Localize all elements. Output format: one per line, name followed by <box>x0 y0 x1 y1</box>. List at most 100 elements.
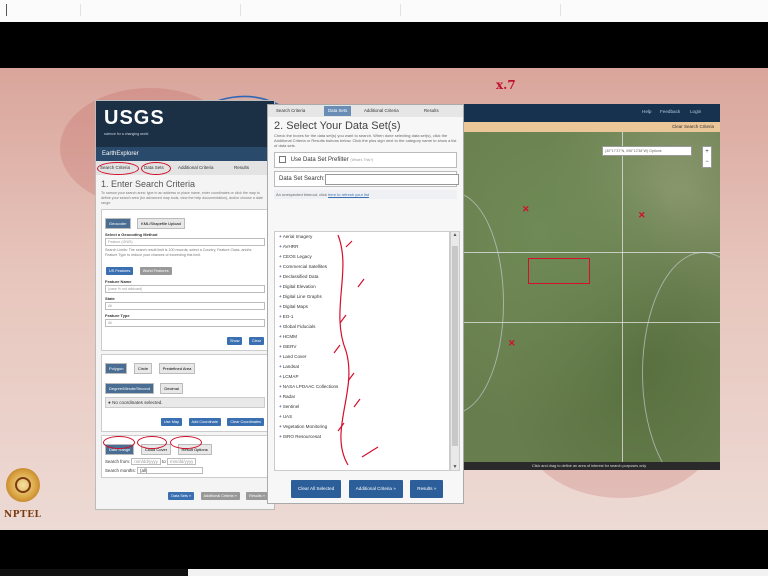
expand-plus-icon[interactable]: + <box>279 374 282 379</box>
expand-plus-icon[interactable]: + <box>279 344 282 349</box>
prefilter-row[interactable]: Use Data Set Prefilter (What's This?) <box>274 152 457 168</box>
map-coordinate-search[interactable]: (30°17'37"N, 096°12'38"W) Options <box>602 146 692 156</box>
tab-results[interactable]: Results <box>420 106 443 116</box>
data-set-item-label: CEOS Legacy <box>282 254 312 259</box>
data-set-item-label: HCMM <box>282 334 297 339</box>
search-months-select[interactable]: (all) <box>136 467 203 474</box>
world-features-button[interactable]: World Features <box>139 267 172 275</box>
zoom-out-icon[interactable]: − <box>703 157 711 167</box>
geocoding-label: Select a Geocoding Method <box>105 232 158 237</box>
results-button[interactable]: Results » <box>410 480 444 498</box>
red-mark-annotation: ✕ <box>508 338 516 348</box>
bottom-strip-dark <box>0 569 188 576</box>
expand-plus-icon[interactable]: + <box>279 354 282 359</box>
zoom-in-icon[interactable]: + <box>703 147 711 157</box>
expand-plus-icon[interactable]: + <box>279 404 282 409</box>
red-circle-annotation <box>97 162 139 175</box>
expand-plus-icon[interactable]: + <box>279 304 282 309</box>
results-button[interactable]: Results » <box>246 492 268 500</box>
prefilter-hint[interactable]: (What's This?) <box>350 158 373 162</box>
nav-login[interactable]: Login <box>690 109 701 114</box>
scroll-thumb[interactable] <box>452 246 458 446</box>
expand-plus-icon[interactable]: + <box>279 384 282 389</box>
us-features-button[interactable]: US Features <box>106 267 134 275</box>
search-from-row: Search from: mm/dd/yyyy to mm/dd/yyyy <box>102 456 268 467</box>
clear-all-selected-button[interactable]: Clear All Selected <box>291 480 342 498</box>
refresh-list-link[interactable]: here to refresh your list <box>328 192 369 197</box>
expand-plus-icon[interactable]: + <box>279 254 282 259</box>
tab-results[interactable]: Results <box>234 165 249 170</box>
earthexplorer-panel: USGS science for a changing world EarthE… <box>95 100 275 510</box>
show-button[interactable]: Show <box>226 337 243 345</box>
search-limits-text: Search Limits: The search result limit i… <box>105 248 252 257</box>
prefilter-checkbox[interactable] <box>279 155 286 163</box>
state-border <box>462 252 720 253</box>
expand-plus-icon[interactable]: + <box>279 284 282 289</box>
tab-additional-criteria[interactable]: Additional Criteria <box>360 106 403 116</box>
geocoding-select[interactable]: Feature (GNIS) <box>105 238 265 246</box>
data-set-search-input[interactable] <box>325 174 459 185</box>
nav-feedback[interactable]: Feedback <box>660 109 680 114</box>
nptel-emblem <box>15 477 31 493</box>
expand-plus-icon[interactable]: + <box>279 324 282 329</box>
nav-help[interactable]: Help <box>642 109 651 114</box>
scroll-up-icon[interactable]: ▲ <box>451 232 459 238</box>
feature-type-select[interactable]: All <box>105 319 265 327</box>
data-set-item-label: Aerial Imagery <box>282 234 313 239</box>
expand-plus-icon[interactable]: + <box>279 394 282 399</box>
cursor-caret <box>6 4 7 16</box>
search-from-input[interactable]: mm/dd/yyyy <box>131 458 161 465</box>
usgs-logo[interactable]: USGS <box>104 107 165 130</box>
top-nav-bar: Help Feedback Login <box>462 104 720 122</box>
expand-plus-icon[interactable]: + <box>279 234 282 239</box>
state-select[interactable]: All <box>105 302 265 310</box>
nptel-label: NPTEL <box>4 510 42 520</box>
expand-plus-icon[interactable]: + <box>279 264 282 269</box>
prefilter-label: Use Data Set Prefilter <box>290 157 349 163</box>
tab-predefined-area[interactable]: Predefined Area <box>158 363 196 374</box>
red-mark-annotation: ✕ <box>522 204 530 214</box>
expand-plus-icon[interactable]: + <box>279 274 282 279</box>
expand-plus-icon[interactable]: + <box>279 414 282 419</box>
expand-plus-icon[interactable]: + <box>279 424 282 429</box>
nptel-logo <box>6 468 40 502</box>
tab-polygon[interactable]: Polygon <box>105 363 128 374</box>
tab-circle[interactable]: Circle <box>133 363 153 374</box>
add-coordinate-button[interactable]: Add Coordinate <box>188 418 221 426</box>
geocoder-box: Geocoder KML/Shapefile Upload Select a G… <box>101 209 269 351</box>
search-from-label: Search from: <box>105 459 131 464</box>
clear-search-criteria-link[interactable]: Clear Search Criteria <box>672 124 714 129</box>
expand-plus-icon[interactable]: + <box>279 364 282 369</box>
tab-additional-criteria[interactable]: Additional Criteria <box>178 165 214 170</box>
zoom-control[interactable]: + − <box>702 146 712 168</box>
strip-divider <box>560 4 561 16</box>
tab-search-criteria[interactable]: Search Criteria <box>272 106 309 116</box>
state-label: State <box>105 296 115 301</box>
expand-plus-icon[interactable]: + <box>279 244 282 249</box>
search-to-input[interactable]: mm/dd/yyyy <box>166 458 197 465</box>
data-sets-button[interactable]: Data Sets » <box>168 492 195 500</box>
expand-plus-icon[interactable]: + <box>279 334 282 339</box>
data-set-item-label: AVHRR <box>282 244 299 249</box>
tab-decimal[interactable]: Decimal <box>160 383 183 394</box>
clear-coordinates-button[interactable]: Clear Coordinates <box>227 418 264 426</box>
tab-data-sets[interactable]: Data Sets <box>324 106 352 116</box>
tab-degree-minute-second[interactable]: Degree/Minute/Second <box>105 383 154 394</box>
scroll-down-icon[interactable]: ▼ <box>451 464 459 470</box>
expand-plus-icon[interactable]: + <box>279 314 282 319</box>
subtab-geocoder[interactable]: Geocoder <box>105 218 131 229</box>
subtab-kml-upload[interactable]: KML/Shapefile Upload <box>137 218 185 229</box>
satellite-map[interactable]: (30°17'37"N, 096°12'38"W) Options + − ✕ … <box>462 132 720 462</box>
use-map-button[interactable]: Use Map <box>160 418 183 426</box>
expand-plus-icon[interactable]: + <box>279 434 282 439</box>
expand-plus-icon[interactable]: + <box>279 294 282 299</box>
data-sets-panel: Search Criteria Data Sets Additional Cri… <box>267 104 464 504</box>
data-set-item-label: Digital Elevation <box>282 284 316 289</box>
clear-button[interactable]: Clear <box>248 337 264 345</box>
additional-criteria-button[interactable]: Additional Criteria » <box>348 480 403 498</box>
additional-criteria-button[interactable]: Additional Criteria » <box>200 492 240 500</box>
data-sets-tabs: Search Criteria Data Sets Additional Cri… <box>268 105 463 117</box>
data-sets-scrollbar[interactable]: ▲ ▼ <box>450 231 460 471</box>
feature-name-input[interactable]: (case % not wildcard) <box>105 285 265 293</box>
data-set-item-label: Land Cover <box>282 354 307 359</box>
